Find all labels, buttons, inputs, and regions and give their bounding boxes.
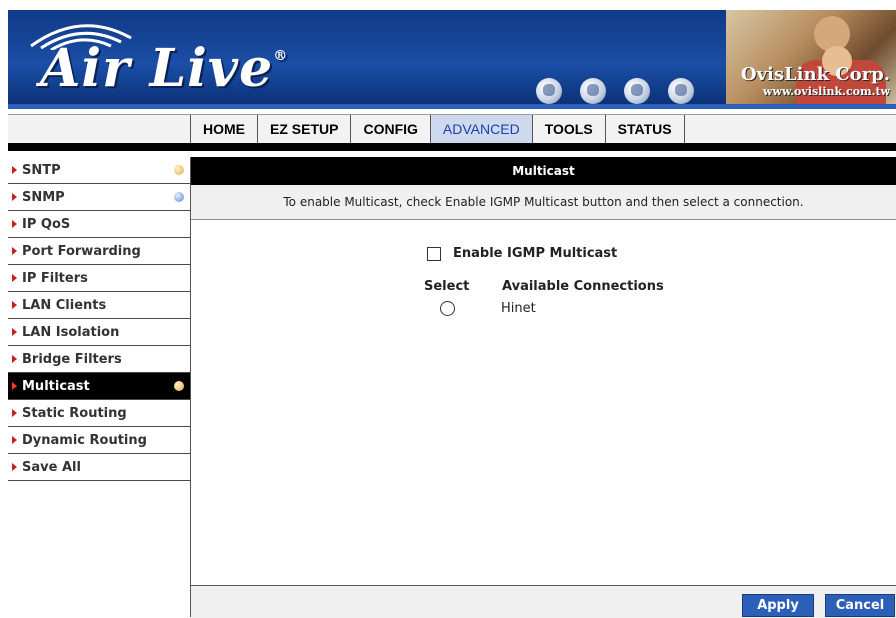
arrow-icon [12, 193, 17, 201]
globe-icons [536, 78, 694, 104]
logo-text: Air Live [40, 38, 274, 99]
connection-radio[interactable] [440, 301, 455, 316]
sidebar-item-port-forwarding[interactable]: Port Forwarding [8, 238, 190, 265]
select-column-header: Select [424, 279, 470, 294]
sidebar-item-label: LAN Clients [22, 297, 107, 313]
sidebar-item-save-all[interactable]: Save All [8, 454, 190, 481]
globe-icon [624, 78, 650, 104]
page-description: To enable Multicast, check Enable IGMP M… [191, 185, 896, 220]
arrow-icon [12, 382, 17, 390]
arrow-icon [12, 436, 17, 444]
sidebar-item-label: IP Filters [22, 270, 88, 286]
arrow-icon [12, 355, 17, 363]
blue-dot-icon [174, 192, 184, 202]
connections-header: Select Available Connections [424, 279, 664, 294]
enable-igmp-label: Enable IGMP Multicast [453, 246, 618, 261]
header-banner: Air Live® OvisLink Corp. www.ovislink.co… [8, 10, 896, 108]
sidebar-item-label: SNTP [22, 162, 61, 178]
sidebar-item-ip-qos[interactable]: IP QoS [8, 211, 190, 238]
enable-igmp-row: Enable IGMP Multicast [427, 246, 617, 261]
nav-divider [8, 143, 896, 151]
sidebar-item-snmp[interactable]: SNMP [8, 184, 190, 211]
arrow-icon [12, 220, 17, 228]
connections-column-header: Available Connections [502, 279, 664, 294]
sidebar-item-label: SNMP [22, 189, 65, 205]
globe-icon [580, 78, 606, 104]
sidebar-item-ip-filters[interactable]: IP Filters [8, 265, 190, 292]
tab-ez-setup[interactable]: EZ SETUP [258, 115, 352, 143]
company-url: www.ovislink.com.tw [762, 85, 890, 98]
globe-icon [536, 78, 562, 104]
company-name: OvisLink Corp. [740, 64, 890, 85]
globe-icon [668, 78, 694, 104]
banner-divider [8, 104, 896, 109]
arrow-icon [12, 301, 17, 309]
arrow-icon [12, 247, 17, 255]
sidebar: SNTP SNMP IP QoS Port Forwarding IP Filt… [8, 157, 191, 617]
main-panel: Multicast To enable Multicast, check Ena… [191, 157, 896, 618]
page-title: Multicast [191, 157, 896, 185]
arrow-icon [12, 166, 17, 174]
orange-dot-icon [174, 165, 184, 175]
tab-tools[interactable]: TOOLS [533, 115, 606, 143]
sidebar-item-label: Dynamic Routing [22, 432, 147, 448]
sidebar-item-static-routing[interactable]: Static Routing [8, 400, 190, 427]
orange-dot-icon [174, 381, 184, 391]
top-nav: HOME EZ SETUP CONFIG ADVANCED TOOLS STAT… [8, 114, 896, 144]
apply-button[interactable]: Apply [742, 594, 814, 617]
cancel-button[interactable]: Cancel [825, 594, 895, 617]
arrow-icon [12, 409, 17, 417]
arrow-icon [12, 328, 17, 336]
connection-row: Hinet [440, 301, 536, 316]
tab-status[interactable]: STATUS [606, 115, 685, 143]
sidebar-item-label: LAN Isolation [22, 324, 120, 340]
sidebar-item-label: Bridge Filters [22, 351, 122, 367]
company-branding: OvisLink Corp. www.ovislink.com.tw [741, 64, 890, 98]
sidebar-item-label: Port Forwarding [22, 243, 141, 259]
registered-mark: ® [273, 48, 289, 64]
sidebar-item-label: IP QoS [22, 216, 71, 232]
sidebar-item-bridge-filters[interactable]: Bridge Filters [8, 346, 190, 373]
arrow-icon [12, 274, 17, 282]
sidebar-item-lan-isolation[interactable]: LAN Isolation [8, 319, 190, 346]
sidebar-item-label: Static Routing [22, 405, 127, 421]
tab-config[interactable]: CONFIG [351, 115, 431, 143]
nav-spacer [8, 115, 191, 143]
tab-home[interactable]: HOME [191, 115, 258, 143]
tab-advanced[interactable]: ADVANCED [430, 115, 533, 143]
sidebar-item-lan-clients[interactable]: LAN Clients [8, 292, 190, 319]
airlive-logo: Air Live® [40, 38, 288, 99]
connection-name: Hinet [501, 301, 536, 316]
sidebar-item-label: Multicast [22, 378, 90, 394]
enable-igmp-checkbox[interactable] [427, 246, 441, 261]
arrow-icon [12, 463, 17, 471]
sidebar-item-dynamic-routing[interactable]: Dynamic Routing [8, 427, 190, 454]
sidebar-item-sntp[interactable]: SNTP [8, 157, 190, 184]
nav-tabs: HOME EZ SETUP CONFIG ADVANCED TOOLS STAT… [191, 115, 685, 143]
sidebar-item-label: Save All [22, 459, 81, 475]
action-bar: Apply Cancel [191, 585, 896, 618]
sidebar-item-multicast[interactable]: Multicast [8, 373, 190, 400]
